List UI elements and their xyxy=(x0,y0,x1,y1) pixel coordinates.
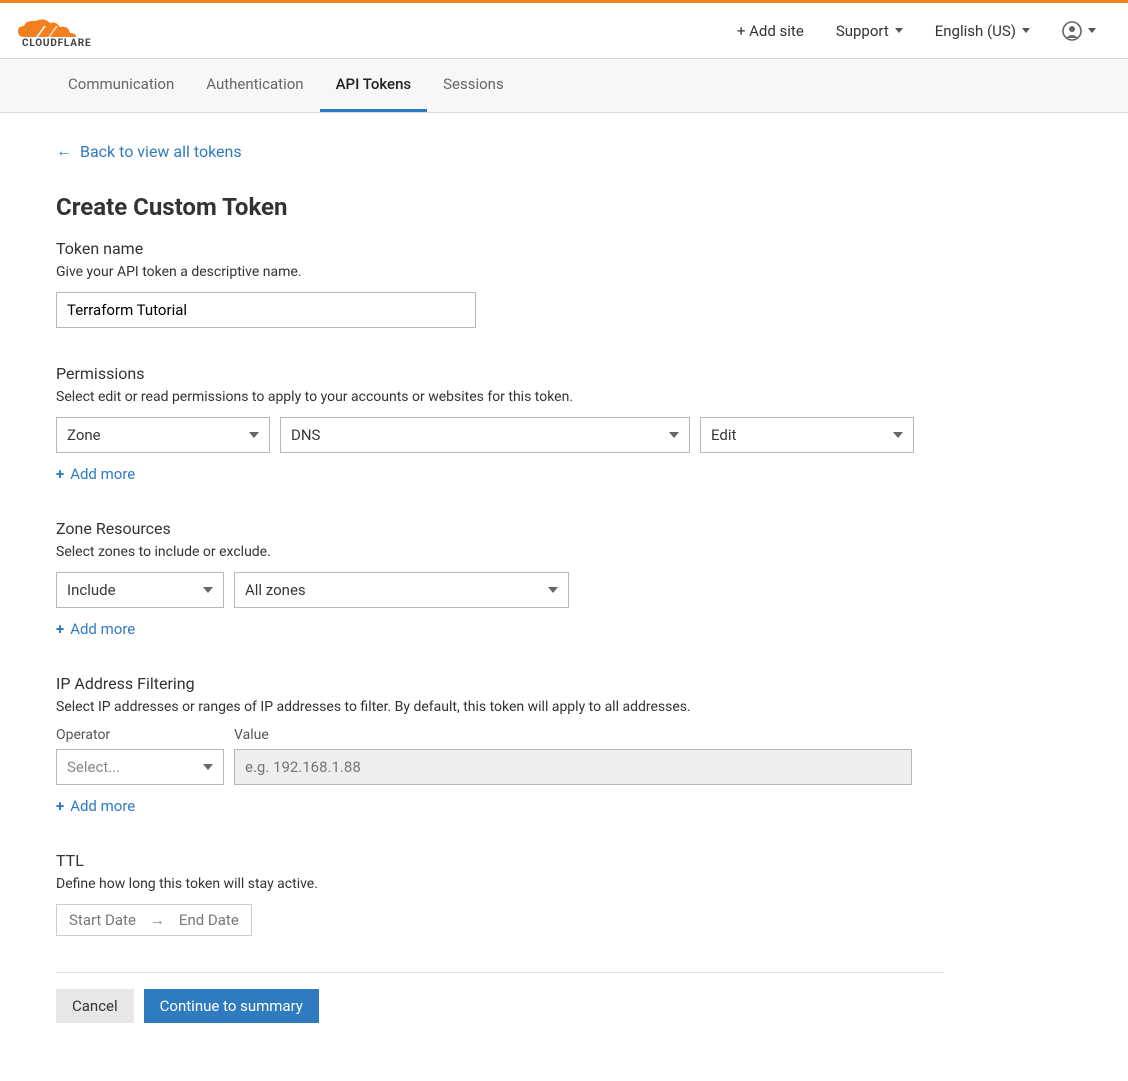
brand-text: CLOUDFLARE xyxy=(22,38,91,49)
account-menu[interactable] xyxy=(1046,13,1112,49)
back-link-label: Back to view all tokens xyxy=(80,142,242,161)
token-name-label: Token name xyxy=(56,239,944,258)
profile-tabs: Communication Authentication API Tokens … xyxy=(0,59,1128,113)
ttl-start-placeholder: Start Date xyxy=(69,911,136,929)
user-icon xyxy=(1062,21,1082,41)
ip-filtering-label: IP Address Filtering xyxy=(56,674,944,693)
brand-logo[interactable]: CLOUDFLARE xyxy=(16,12,91,49)
permissions-access-select[interactable]: Edit xyxy=(700,417,914,453)
plus-icon: + xyxy=(56,620,64,638)
language-menu[interactable]: English (US) xyxy=(919,14,1046,48)
chevron-down-icon xyxy=(893,432,903,438)
add-more-label: Add more xyxy=(70,465,135,483)
ttl-date-range[interactable]: Start Date → End Date xyxy=(56,904,252,936)
page-title: Create Custom Token xyxy=(56,193,944,221)
chevron-down-icon xyxy=(1022,28,1030,33)
permissions-resource-value: DNS xyxy=(291,426,320,444)
permissions-access-value: Edit xyxy=(711,426,736,444)
chevron-down-icon xyxy=(1088,28,1096,33)
global-header: CLOUDFLARE + Add site Support English (U… xyxy=(0,3,1128,59)
permissions-add-more[interactable]: + Add more xyxy=(56,465,135,483)
header-nav: + Add site Support English (US) xyxy=(721,13,1112,49)
permissions-scope-value: Zone xyxy=(67,426,101,444)
continue-button[interactable]: Continue to summary xyxy=(144,989,319,1023)
tab-api-tokens[interactable]: API Tokens xyxy=(320,59,428,112)
form-actions: Cancel Continue to summary xyxy=(56,989,944,1023)
section-ip-filtering: IP Address Filtering Select IP addresses… xyxy=(56,674,944,815)
permissions-resource-select[interactable]: DNS xyxy=(280,417,690,453)
cancel-button[interactable]: Cancel xyxy=(56,989,134,1023)
add-more-label: Add more xyxy=(70,620,135,638)
ip-operator-select[interactable]: Select... xyxy=(56,749,224,785)
plus-icon: + xyxy=(56,797,64,815)
support-menu[interactable]: Support xyxy=(820,14,919,48)
add-more-label: Add more xyxy=(70,797,135,815)
chevron-down-icon xyxy=(203,764,213,770)
add-site-label: + Add site xyxy=(737,22,804,40)
chevron-down-icon xyxy=(895,28,903,33)
support-label: Support xyxy=(836,22,889,40)
section-permissions: Permissions Select edit or read permissi… xyxy=(56,364,944,483)
tab-sessions[interactable]: Sessions xyxy=(427,59,520,112)
ip-filtering-desc: Select IP addresses or ranges of IP addr… xyxy=(56,699,944,715)
zone-resources-desc: Select zones to include or exclude. xyxy=(56,544,944,560)
language-label: English (US) xyxy=(935,22,1016,40)
divider xyxy=(56,972,944,973)
main-content: Back to view all tokens Create Custom To… xyxy=(0,113,1000,1063)
zone-mode-value: Include xyxy=(67,581,116,599)
token-name-input[interactable] xyxy=(56,292,476,328)
tab-authentication[interactable]: Authentication xyxy=(190,59,319,112)
zone-resources-label: Zone Resources xyxy=(56,519,944,538)
section-token-name: Token name Give your API token a descrip… xyxy=(56,239,944,328)
chevron-down-icon xyxy=(203,587,213,593)
zone-mode-select[interactable]: Include xyxy=(56,572,224,608)
ttl-desc: Define how long this token will stay act… xyxy=(56,876,944,892)
ip-add-more[interactable]: + Add more xyxy=(56,797,135,815)
tab-communication[interactable]: Communication xyxy=(52,59,190,112)
value-label: Value xyxy=(234,727,912,743)
arrow-left-icon xyxy=(56,141,72,161)
permissions-desc: Select edit or read permissions to apply… xyxy=(56,389,944,405)
operator-label: Operator xyxy=(56,727,224,743)
permissions-scope-select[interactable]: Zone xyxy=(56,417,270,453)
ttl-end-placeholder: End Date xyxy=(179,911,239,929)
zone-target-value: All zones xyxy=(245,581,306,599)
chevron-down-icon xyxy=(548,587,558,593)
chevron-down-icon xyxy=(669,432,679,438)
add-site-button[interactable]: + Add site xyxy=(721,14,820,48)
ip-value-input[interactable] xyxy=(234,749,912,785)
arrow-right-icon: → xyxy=(150,911,165,929)
ttl-label: TTL xyxy=(56,851,944,870)
section-ttl: TTL Define how long this token will stay… xyxy=(56,851,944,936)
section-zone-resources: Zone Resources Select zones to include o… xyxy=(56,519,944,638)
zone-target-select[interactable]: All zones xyxy=(234,572,569,608)
ip-operator-value: Select... xyxy=(67,758,120,776)
plus-icon: + xyxy=(56,465,64,483)
chevron-down-icon xyxy=(249,432,259,438)
zone-add-more[interactable]: + Add more xyxy=(56,620,135,638)
permissions-label: Permissions xyxy=(56,364,944,383)
token-name-desc: Give your API token a descriptive name. xyxy=(56,264,944,280)
back-link[interactable]: Back to view all tokens xyxy=(56,141,242,161)
